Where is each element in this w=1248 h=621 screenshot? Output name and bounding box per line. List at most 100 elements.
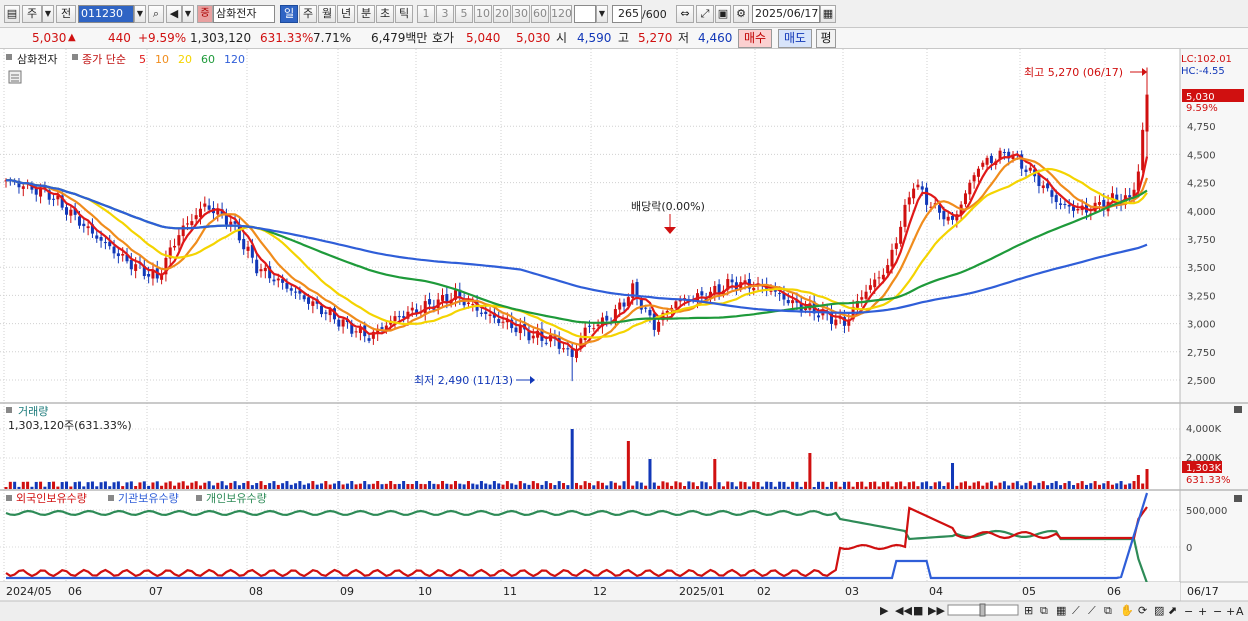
volume-bar (579, 485, 583, 489)
candle-body (410, 307, 414, 311)
bar-count-input[interactable]: 265 (612, 5, 642, 23)
volume-bar (108, 486, 112, 489)
speaker-icon[interactable]: ◀ (166, 5, 182, 23)
code-dropdown-icon[interactable]: ▼ (134, 5, 146, 23)
window-menu-icon[interactable]: ▤ (4, 5, 20, 23)
draw-line-icon[interactable]: ⟋ (1072, 604, 1080, 617)
candle-body (817, 315, 821, 318)
price-tick: 2,750 (1187, 348, 1216, 359)
current-pct-label: 9.59% (1186, 103, 1218, 114)
ma-legend-60: 60 (201, 53, 215, 66)
volume-bar (890, 486, 894, 489)
buy-button[interactable]: 매수 (738, 29, 772, 48)
candle-body (307, 297, 311, 304)
crosshair-icon[interactable]: ⊞ (1024, 604, 1033, 617)
interval-30-button[interactable]: 30 (512, 5, 530, 23)
interval-10-button[interactable]: 10 (474, 5, 492, 23)
candle-body (198, 208, 202, 218)
eval-button[interactable]: 평 (816, 29, 836, 48)
candle-body (121, 253, 125, 256)
volume-bar (1059, 485, 1063, 489)
stock-chart[interactable]: 삼화전자 종가 단순 최고 5,270 (06/17) 최저 2,490 (11… (0, 49, 1248, 621)
draw-tool-icon[interactable]: ⟋ (1088, 604, 1096, 617)
volume-bar (4, 487, 8, 489)
date-input[interactable]: 2025/06/17 (752, 5, 820, 23)
zoom-minus-icon[interactable]: − (1184, 605, 1193, 618)
volume-bar (726, 481, 730, 489)
search-icon[interactable]: ⌕ (148, 5, 164, 23)
pattern-icon[interactable]: ⧉ (1104, 604, 1112, 617)
grid-toggle-icon[interactable]: ▦ (1056, 604, 1066, 617)
scroll-right-icon[interactable]: ▶ (880, 604, 889, 617)
candle-body (95, 235, 99, 239)
period-day-button[interactable]: 일 (280, 5, 298, 23)
prev-button[interactable]: 전 (56, 5, 76, 23)
rewind-icon[interactable]: ◀◀ (895, 604, 912, 617)
current-volume-label: 1,303K (1186, 463, 1222, 474)
volume-bar (397, 483, 401, 489)
volume-bar (332, 483, 336, 489)
volume-bar (466, 481, 470, 489)
price-change: 440 (108, 31, 131, 45)
volume-bar (1141, 483, 1145, 489)
interval-3-button[interactable]: 3 (436, 5, 454, 23)
candle-body (177, 235, 181, 246)
candle-body (181, 225, 185, 237)
period-second-button[interactable]: 초 (376, 5, 394, 23)
period-tick-button[interactable]: 틱 (395, 5, 413, 23)
volume-bar (345, 483, 349, 489)
stock-code-input[interactable]: 011230 (78, 5, 134, 23)
period-week-button[interactable]: 주 (299, 5, 317, 23)
custom-interval-dropdown-icon[interactable]: ▼ (596, 5, 608, 23)
volume-bar (90, 481, 94, 489)
x-axis-label: 06 (68, 585, 82, 598)
volume-bar (134, 485, 138, 489)
refresh-icon[interactable]: ⟳ (1138, 604, 1147, 617)
x-axis-label: 11 (503, 585, 517, 598)
chart-type-icon[interactable]: ⤢ (696, 5, 714, 23)
volume-bar (734, 486, 738, 489)
candle-body (544, 342, 548, 344)
hand-icon[interactable]: ✋ (1120, 604, 1134, 617)
speaker-dropdown-icon[interactable]: ▼ (182, 5, 194, 23)
period-year-button[interactable]: 년 (337, 5, 355, 23)
holding-panel-close-icon[interactable] (1234, 495, 1242, 502)
period-type-select[interactable]: 주 (22, 5, 42, 23)
interval-1-button[interactable]: 1 (417, 5, 435, 23)
zoom-plus-icon[interactable]: + (1198, 605, 1207, 618)
save-icon[interactable]: ▣ (715, 5, 731, 23)
bar-adjust-icon[interactable]: ⇔ (676, 5, 694, 23)
interval-60-button[interactable]: 60 (531, 5, 549, 23)
period-minute-button[interactable]: 분 (357, 5, 375, 23)
candle-body (77, 216, 81, 226)
interval-120-button[interactable]: 120 (550, 5, 572, 23)
zoom-slider-handle[interactable] (979, 603, 986, 617)
period-month-button[interactable]: 월 (318, 5, 336, 23)
stop-icon[interactable]: ■ (913, 604, 923, 617)
compare-icon[interactable]: ⧉ (1040, 604, 1048, 617)
custom-interval-input[interactable] (574, 5, 596, 23)
volume-bar (626, 441, 630, 489)
gear-icon[interactable]: ⚙ (733, 5, 749, 23)
volume-bar (432, 483, 436, 489)
calendar-icon[interactable]: ▦ (820, 5, 836, 23)
price-tick: 3,000 (1187, 320, 1216, 331)
panel-square-icon (6, 54, 12, 60)
volume-bar (592, 485, 596, 489)
interval-20-button[interactable]: 20 (493, 5, 511, 23)
volume-bar (298, 481, 302, 489)
period-type-dropdown-icon[interactable]: ▼ (42, 5, 54, 23)
candle-body (1145, 94, 1149, 132)
zoom-plus-2-icon[interactable]: + (1226, 605, 1235, 618)
interval-5-button[interactable]: 5 (455, 5, 473, 23)
high-label: 고 (618, 31, 630, 45)
ma-title: 종가 단순 (82, 53, 126, 66)
image-icon[interactable]: ▨ (1154, 604, 1164, 617)
sell-button[interactable]: 매도 (778, 29, 812, 48)
volume-panel-close-icon[interactable] (1234, 406, 1242, 413)
font-size-icon[interactable]: A (1236, 605, 1244, 618)
zoom-minus-2-icon[interactable]: − (1213, 605, 1222, 618)
export-icon[interactable]: ⬈ (1168, 604, 1177, 617)
price-tick: 2,500 (1187, 376, 1216, 387)
forward-icon[interactable]: ▶▶ (928, 604, 945, 617)
